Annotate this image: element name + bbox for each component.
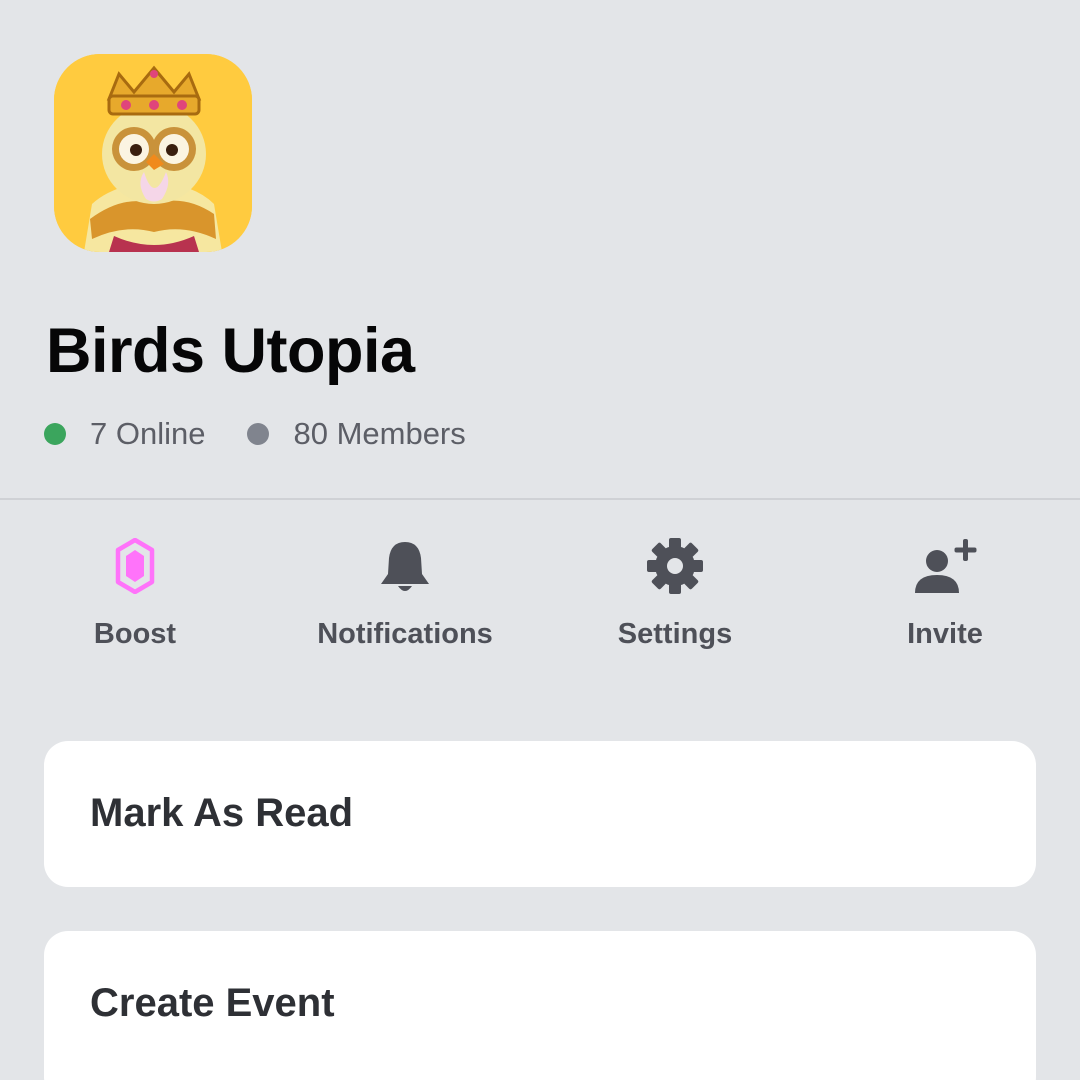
mark-as-read-label: Mark As Read	[90, 791, 354, 835]
online-stat: 7 Online	[44, 416, 205, 452]
server-avatar[interactable]	[54, 54, 252, 252]
server-actions: Boost Notifications Settings Invite	[0, 530, 1080, 670]
server-name: Birds Utopia	[46, 316, 415, 386]
settings-label: Settings	[617, 618, 733, 650]
create-event-button[interactable]: Create Event	[44, 931, 1036, 1080]
online-status-dot	[44, 423, 66, 445]
settings-button[interactable]: Settings	[555, 530, 795, 670]
mark-as-read-button[interactable]: Mark As Read	[44, 741, 1036, 887]
server-sheet: Birds Utopia 7 Online 80 Members Boost N…	[0, 0, 1080, 1080]
notifications-button[interactable]: Notifications	[285, 530, 525, 670]
boost-gem-icon	[99, 530, 171, 602]
members-count: 80 Members	[293, 416, 466, 451]
boost-button[interactable]: Boost	[15, 530, 255, 670]
invite-label: Invite	[907, 618, 983, 650]
members-stat: 80 Members	[247, 416, 466, 452]
members-status-dot	[247, 423, 270, 445]
online-count: 7 Online	[90, 416, 206, 451]
notifications-label: Notifications	[317, 618, 493, 650]
bell-icon	[369, 530, 441, 602]
divider	[0, 498, 1080, 500]
gear-icon	[639, 530, 711, 602]
add-person-icon	[909, 530, 981, 602]
create-event-label: Create Event	[90, 981, 335, 1025]
server-stats: 7 Online 80 Members	[44, 414, 508, 454]
boost-label: Boost	[93, 618, 177, 650]
invite-button[interactable]: Invite	[825, 530, 1065, 670]
owl-king-avatar-icon	[54, 54, 252, 252]
